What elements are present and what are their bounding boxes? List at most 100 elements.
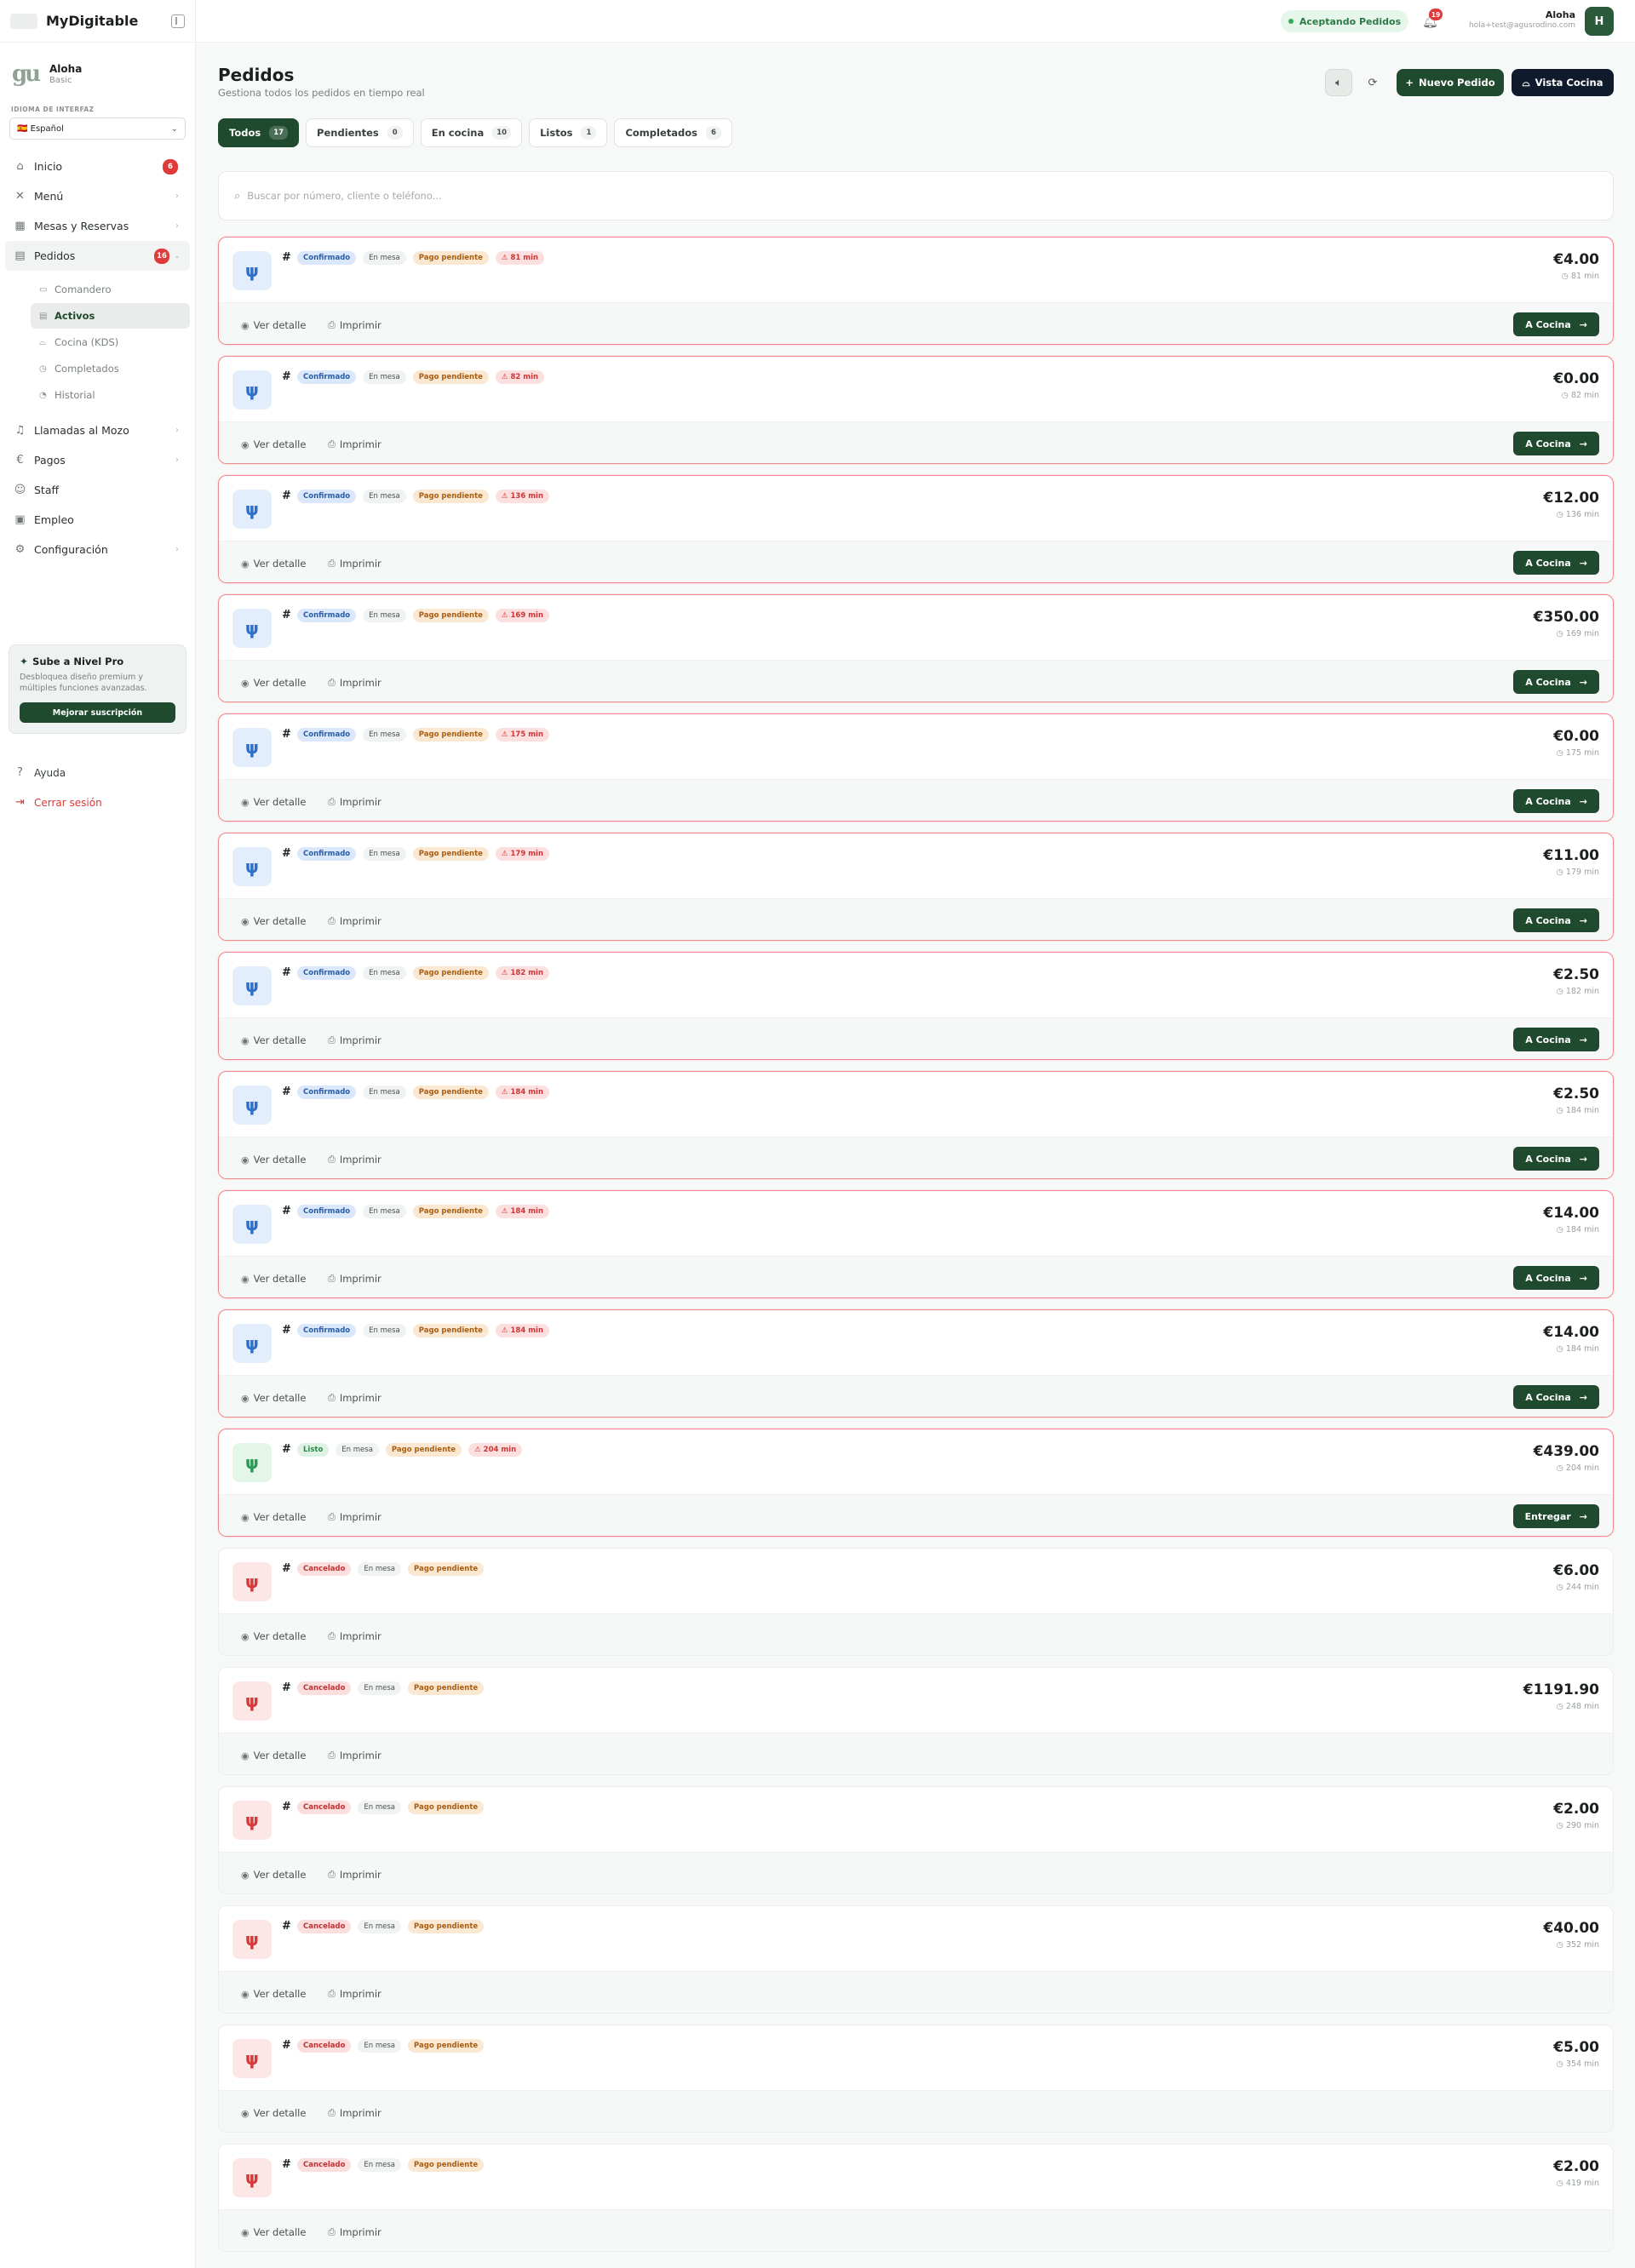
order-action-button[interactable]: A Cocina → [1513,908,1599,932]
print-link[interactable]: ⎙ Imprimir [328,677,382,689]
print-link[interactable]: ⎙ Imprimir [328,1869,382,1881]
sidebar-item-pedidos[interactable]: ▤ Pedidos 16 ⌄ [5,241,190,271]
help-link[interactable]: ? Ayuda [5,758,190,788]
kitchen-view-button[interactable]: ⌓ Vista Cocina [1512,69,1614,96]
sidebar-item-configuracion[interactable]: ⚙ Configuración › [5,535,190,564]
order-action-button[interactable]: A Cocina → [1513,1266,1599,1290]
order-card[interactable]: ψ # Confirmado En mesa Pago pendiente ⚠ … [218,952,1614,1060]
order-action-button[interactable]: A Cocina → [1513,1147,1599,1171]
order-card[interactable]: ψ # Cancelado En mesa Pago pendiente €6.… [218,1548,1614,1656]
sidebar-subitem-completados[interactable]: ◷ Completados [31,356,190,381]
sidebar-item-mesas[interactable]: ▦ Mesas y Reservas › [5,211,190,241]
chevron-right-icon: › [175,192,179,201]
order-action-button[interactable]: A Cocina → [1513,312,1599,336]
order-card[interactable]: ψ # Confirmado En mesa Pago pendiente ⚠ … [218,1071,1614,1179]
order-elapsed-time: ◷ 244 min [1556,1583,1599,1592]
order-card[interactable]: ψ # Cancelado En mesa Pago pendiente €2.… [218,1786,1614,1894]
refresh-button[interactable]: ⟳ [1359,69,1386,96]
sidebar-subitem-comandero[interactable]: ▭ Comandero [31,277,190,302]
print-link[interactable]: ⎙ Imprimir [328,1750,382,1761]
print-link[interactable]: ⎙ Imprimir [328,1988,382,2000]
print-link[interactable]: ⎙ Imprimir [328,1034,382,1046]
order-card[interactable]: ψ # Cancelado En mesa Pago pendiente €2.… [218,2144,1614,2252]
order-card[interactable]: ψ # Cancelado En mesa Pago pendiente €11… [218,1667,1614,1775]
sidebar-item-menu[interactable]: ✕ Menú › [5,181,190,211]
view-detail-link[interactable]: ◉ Ver detalle [241,796,306,808]
print-link[interactable]: ⎙ Imprimir [328,1273,382,1285]
sidebar-subitem-cocina[interactable]: ⌓ Cocina (KDS) [31,329,190,355]
order-action-button[interactable]: A Cocina → [1513,789,1599,813]
order-action-button[interactable]: A Cocina → [1513,551,1599,575]
print-link[interactable]: ⎙ Imprimir [328,438,382,450]
order-card[interactable]: ψ # Listo En mesa Pago pendiente ⚠ 204 m… [218,1429,1614,1537]
order-action-button[interactable]: A Cocina → [1513,432,1599,455]
order-card[interactable]: ψ # Confirmado En mesa Pago pendiente ⚠ … [218,594,1614,702]
tab-listos[interactable]: Listos 1 [529,118,608,147]
sound-toggle-button[interactable]: 🔈︎ [1325,69,1352,96]
order-card[interactable]: ψ # Confirmado En mesa Pago pendiente ⚠ … [218,237,1614,345]
order-card[interactable]: ψ # Cancelado En mesa Pago pendiente €40… [218,1905,1614,2013]
view-detail-link[interactable]: ◉ Ver detalle [241,1154,306,1166]
view-detail-link[interactable]: ◉ Ver detalle [241,1034,306,1046]
tab-completados[interactable]: Completados 6 [614,118,732,147]
tab-count: 0 [387,126,403,140]
view-detail-link[interactable]: ◉ Ver detalle [241,438,306,450]
sidebar-item-staff[interactable]: ☺ Staff [5,475,190,505]
order-card[interactable]: ψ # Confirmado En mesa Pago pendiente ⚠ … [218,1190,1614,1298]
order-card[interactable]: ψ # Confirmado En mesa Pago pendiente ⚠ … [218,713,1614,822]
print-link[interactable]: ⎙ Imprimir [328,1511,382,1523]
view-detail-link[interactable]: ◉ Ver detalle [241,1630,306,1642]
logout-link[interactable]: ⇥ Cerrar sesión [5,788,190,817]
view-detail-link[interactable]: ◉ Ver detalle [241,558,306,570]
order-card[interactable]: ψ # Confirmado En mesa Pago pendiente ⚠ … [218,356,1614,464]
print-link[interactable]: ⎙ Imprimir [328,1392,382,1404]
view-detail-link[interactable]: ◉ Ver detalle [241,915,306,927]
accepting-orders-status[interactable]: Aceptando Pedidos [1281,10,1408,32]
order-card[interactable]: ψ # Confirmado En mesa Pago pendiente ⚠ … [218,475,1614,583]
order-number: # [282,1562,291,1575]
order-card[interactable]: ψ # Cancelado En mesa Pago pendiente €5.… [218,2025,1614,2133]
search-input[interactable] [247,190,759,202]
view-detail-link[interactable]: ◉ Ver detalle [241,319,306,331]
view-detail-link[interactable]: ◉ Ver detalle [241,1273,306,1285]
sidebar-item-llamadas[interactable]: ♫ Llamadas al Mozo › [5,415,190,445]
view-detail-link[interactable]: ◉ Ver detalle [241,2226,306,2238]
new-order-button[interactable]: + Nuevo Pedido [1397,69,1504,96]
sidebar-subitem-activos[interactable]: ▤ Activos [31,303,190,329]
sidebar-collapse-icon[interactable] [171,14,185,28]
view-detail-link[interactable]: ◉ Ver detalle [241,2107,306,2119]
tab-pendientes[interactable]: Pendientes 0 [306,118,414,147]
view-detail-link[interactable]: ◉ Ver detalle [241,1392,306,1404]
view-detail-link[interactable]: ◉ Ver detalle [241,1511,306,1523]
sidebar-item-pagos[interactable]: € Pagos › [5,445,190,475]
order-action-button[interactable]: Entregar → [1512,1504,1599,1528]
tab-en-cocina[interactable]: En cocina 10 [420,118,523,147]
order-action-button[interactable]: A Cocina → [1513,670,1599,694]
order-action-button[interactable]: A Cocina → [1513,1028,1599,1051]
language-select[interactable]: 🇪🇸 Español ⌄ [9,117,186,140]
print-link[interactable]: ⎙ Imprimir [328,319,382,331]
print-link[interactable]: ⎙ Imprimir [328,796,382,808]
print-link[interactable]: ⎙ Imprimir [328,915,382,927]
order-card[interactable]: ψ # Confirmado En mesa Pago pendiente ⚠ … [218,833,1614,941]
sidebar-subitem-historial[interactable]: ◔ Historial [31,382,190,408]
view-detail-link[interactable]: ◉ Ver detalle [241,1988,306,2000]
order-action-button[interactable]: A Cocina → [1513,1385,1599,1409]
order-amount: €2.00 [1553,1801,1599,1818]
upgrade-button[interactable]: Mejorar suscripción [20,702,175,723]
print-link[interactable]: ⎙ Imprimir [328,1154,382,1166]
print-link[interactable]: ⎙ Imprimir [328,558,382,570]
sidebar-item-inicio[interactable]: ⌂ Inicio 6 [5,152,190,181]
sidebar-item-empleo[interactable]: ▣ Empleo [5,505,190,535]
print-link[interactable]: ⎙ Imprimir [328,1630,382,1642]
view-detail-link[interactable]: ◉ Ver detalle [241,1750,306,1761]
order-status-badge: Cancelado [297,1562,352,1576]
view-detail-link[interactable]: ◉ Ver detalle [241,677,306,689]
order-card[interactable]: ψ # Confirmado En mesa Pago pendiente ⚠ … [218,1309,1614,1418]
eye-icon: ◉ [241,319,250,331]
view-detail-link[interactable]: ◉ Ver detalle [241,1869,306,1881]
print-link[interactable]: ⎙ Imprimir [328,2226,382,2238]
avatar[interactable]: H [1585,7,1614,36]
tab-todos[interactable]: Todos 17 [218,118,300,147]
print-link[interactable]: ⎙ Imprimir [328,2107,382,2119]
